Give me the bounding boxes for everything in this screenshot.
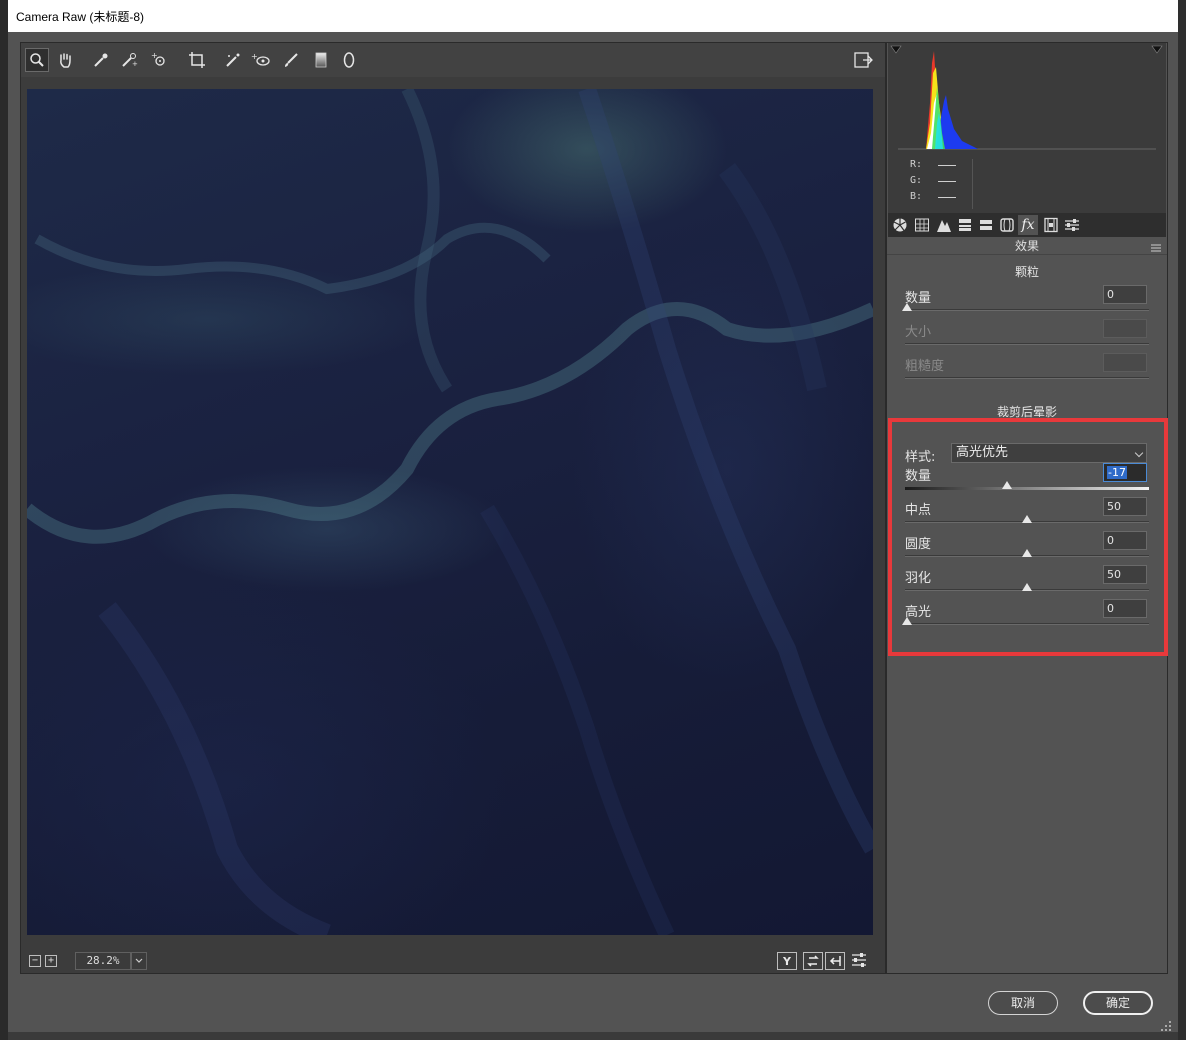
preview-panel: + + + − + 28.2% Y xyxy=(20,42,886,974)
open-preferences-icon[interactable] xyxy=(851,48,875,72)
g-value-dash xyxy=(938,181,956,182)
b-label: B: xyxy=(910,191,923,202)
view-bottom-bar: − + 28.2% Y xyxy=(21,947,885,973)
midpoint-row: 中点 50 xyxy=(905,497,1149,531)
feather-label: 羽化 xyxy=(905,571,932,586)
camera-raw-window: Camera Raw (未标题-8) + + + − + 28.2% Y R: … xyxy=(0,0,1186,1040)
adjustments-panel: R: G: B: fx 效果 颗粒 数量 0 大小 粗糙度 裁剪后晕影 样式: … xyxy=(886,42,1168,974)
grain-amount-row: 数量 0 xyxy=(902,285,1149,319)
split-toning-icon[interactable] xyxy=(976,215,996,235)
radial-filter-icon[interactable] xyxy=(337,48,361,72)
vignette-amount-field[interactable]: -17 xyxy=(1103,463,1147,482)
rgb-readout: R: G: B: xyxy=(888,155,1166,213)
vignette-style-row: 样式: 高光优先 xyxy=(905,443,1149,465)
midpoint-field[interactable]: 50 xyxy=(1103,497,1147,516)
window-title: Camera Raw (未标题-8) xyxy=(16,10,145,24)
roundness-row: 圆度 0 xyxy=(905,531,1149,565)
left-edge xyxy=(0,0,8,1040)
roundness-thumb[interactable] xyxy=(1022,549,1032,557)
vignette-amount-track[interactable] xyxy=(905,487,1149,490)
zoom-out-button[interactable]: − xyxy=(29,955,41,967)
vignette-amount-value: -17 xyxy=(1107,466,1127,479)
grain-size-track xyxy=(905,343,1149,345)
chevron-down-icon xyxy=(1134,448,1144,458)
svg-text:+: + xyxy=(132,60,138,68)
grain-amount-field[interactable]: 0 xyxy=(1103,285,1147,304)
before-after-label: Y xyxy=(783,954,791,968)
color-sampler-icon[interactable]: + xyxy=(117,48,141,72)
r-value-dash xyxy=(938,165,956,166)
red-eye-icon[interactable]: + xyxy=(249,48,273,72)
zoom-icon[interactable] xyxy=(25,48,49,72)
highlights-row: 高光 0 xyxy=(902,599,1149,633)
detail-icon[interactable] xyxy=(934,215,954,235)
highlights-thumb[interactable] xyxy=(902,617,912,625)
white-balance-icon[interactable] xyxy=(89,48,113,72)
dialog-body: + + + − + 28.2% Y R: G: B: fx 效果 颗粒 数量 0… xyxy=(8,32,1178,1032)
panel-menu-icon[interactable] xyxy=(1151,241,1161,252)
grain-size-field xyxy=(1103,319,1147,338)
targeted-adjustment-icon[interactable]: + xyxy=(147,48,171,72)
image-preview[interactable] xyxy=(27,89,873,935)
before-after-view-button[interactable]: Y xyxy=(777,952,797,970)
vignette-style-value: 高光优先 xyxy=(956,445,1009,460)
grain-section-title: 颗粒 xyxy=(1014,265,1039,279)
vignette-amount-label: 数量 xyxy=(905,469,932,484)
grain-roughness-track xyxy=(905,377,1149,379)
grain-size-label: 大小 xyxy=(905,325,932,340)
highlights-field[interactable]: 0 xyxy=(1103,599,1147,618)
grain-amount-track[interactable] xyxy=(905,309,1149,311)
zoom-level-field[interactable]: 28.2% xyxy=(75,952,131,970)
cancel-button[interactable]: 取消 xyxy=(988,991,1058,1015)
r-label: R: xyxy=(910,159,923,170)
vignette-section-title: 裁剪后晕影 xyxy=(996,405,1057,419)
svg-text:+: + xyxy=(251,52,258,61)
g-label: G: xyxy=(910,175,923,186)
vignette-amount-row: 数量 -17 xyxy=(905,463,1149,497)
zoom-dropdown[interactable] xyxy=(131,952,147,970)
basic-icon[interactable] xyxy=(890,215,910,235)
fx-icon[interactable]: fx xyxy=(1018,215,1038,235)
b-value-dash xyxy=(938,197,956,198)
svg-text:+: + xyxy=(151,51,158,60)
copy-settings-icon[interactable] xyxy=(825,952,845,970)
crop-icon[interactable] xyxy=(185,48,209,72)
ok-button[interactable]: 确定 xyxy=(1083,991,1153,1015)
grain-roughness-field xyxy=(1103,353,1147,372)
midpoint-thumb[interactable] xyxy=(1022,515,1032,523)
spot-removal-icon[interactable] xyxy=(221,48,245,72)
resize-grip-icon[interactable] xyxy=(1160,1020,1172,1032)
lens-icon[interactable] xyxy=(997,215,1017,235)
roundness-label: 圆度 xyxy=(905,537,932,552)
presets-icon[interactable] xyxy=(1062,215,1082,235)
midpoint-label: 中点 xyxy=(905,503,932,518)
vignette-style-select[interactable]: 高光优先 xyxy=(951,443,1147,463)
feather-row: 羽化 50 xyxy=(905,565,1149,599)
hand-icon[interactable] xyxy=(53,48,77,72)
graduated-filter-icon[interactable] xyxy=(309,48,333,72)
swap-settings-icon[interactable] xyxy=(803,952,823,970)
feather-field[interactable]: 50 xyxy=(1103,565,1147,584)
zoom-in-button[interactable]: + xyxy=(45,955,57,967)
grain-roughness-label: 粗糙度 xyxy=(905,359,945,374)
vignette-amount-thumb[interactable] xyxy=(1001,481,1012,489)
tone-curve-icon[interactable] xyxy=(912,215,932,235)
feather-thumb[interactable] xyxy=(1022,583,1032,591)
toolbar: + + + xyxy=(21,43,885,77)
grain-size-row: 大小 xyxy=(905,319,1149,353)
view-settings-icon[interactable] xyxy=(847,948,871,972)
brush-icon[interactable] xyxy=(279,48,303,72)
panel-title: 效果 xyxy=(887,237,1167,255)
histogram xyxy=(888,43,1166,155)
hsl-icon[interactable] xyxy=(955,215,975,235)
camera-calibration-icon[interactable] xyxy=(1041,215,1061,235)
highlights-track[interactable] xyxy=(905,623,1149,625)
grain-amount-thumb[interactable] xyxy=(902,303,912,311)
right-edge xyxy=(1178,0,1186,1040)
roundness-field[interactable]: 0 xyxy=(1103,531,1147,550)
panel-tabs: fx xyxy=(888,213,1166,237)
grain-roughness-row: 粗糙度 xyxy=(905,353,1149,387)
title-bar: Camera Raw (未标题-8) xyxy=(8,0,1178,32)
readout-divider xyxy=(972,159,973,209)
